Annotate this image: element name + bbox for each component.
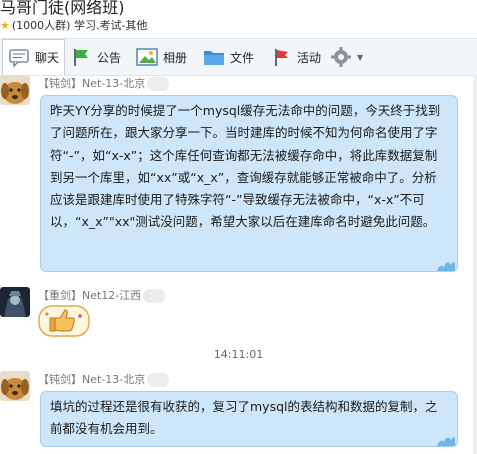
message-sender[interactable]: 【重剑】Net12-江西 [38,287,166,303]
tab-activity-label: 活动 [297,50,322,65]
tab-chat-label: 聊天 [35,51,60,65]
message-sender[interactable]: 【钝剑】Net-13-北京 [38,75,170,91]
blurred-name [147,77,170,91]
folder-icon [203,46,225,68]
avatar[interactable] [0,75,30,105]
sender-name: 【钝剑】Net-13-北京 [38,77,146,90]
avatar[interactable] [0,287,30,317]
group-title: 马哥门徒(网络班) [0,0,125,17]
sender-name: 【钝剑】Net-13-北京 [38,373,146,386]
message-text: 昨天YY分享的时候提了一个mysql缓存无法命中的问题，今天终于找到了问题所在，… [50,103,441,230]
message-bubble: 昨天YY分享的时候提了一个mysql缓存无法命中的问题，今天终于找到了问题所在，… [40,95,458,272]
thumbs-up-sticker-icon [38,304,90,338]
message-area: 【钝剑】Net-13-北京 昨天YY分享的时候提了一个mysql缓存无法命中的问… [0,75,477,454]
message-text: 填坑的过程还是很有收获的，复习了mysql的表结构和数据的复制，之前都没有机会用… [50,399,438,437]
tab-files-label: 文件 [230,50,255,65]
blurred-name [147,373,170,387]
tab-chat[interactable]: 聊天 [2,39,66,75]
chevron-down-icon: ▼ [357,52,364,62]
tab-notice-label: 公告 [97,50,122,65]
tab-files[interactable]: 文件 [203,39,254,75]
group-subtitle: ★ (1000人群) 学习.考试-其他 [0,17,147,33]
tab-album-label: 相册 [163,50,188,65]
photo-icon [136,46,158,68]
tab-album[interactable]: 相册 [136,39,187,75]
bubble-decoration-icon [437,262,455,271]
scrollbar[interactable] [473,75,477,454]
red-flag-icon [270,46,292,68]
star-icon: ★ [0,19,10,32]
tab-activity[interactable]: 活动 [270,39,321,75]
sender-name: 【重剑】Net12-江西 [38,289,142,302]
settings-menu[interactable]: ▼ [330,39,363,75]
message-sender[interactable]: 【钝剑】Net-13-北京 [38,371,170,387]
gear-icon [330,46,352,68]
group-info: (1000人群) 学习.考试-其他 [11,19,148,32]
blurred-name [143,289,166,303]
bubble-decoration-icon [437,437,455,446]
tab-notice[interactable]: 公告 [70,39,121,75]
avatar[interactable] [0,371,30,401]
chat-header: 马哥门徒(网络班) ★ (1000人群) 学习.考试-其他 [0,0,477,38]
flag-icon [70,46,92,68]
message-bubble: 填坑的过程还是很有收获的，复习了mysql的表结构和数据的复制，之前都没有机会用… [40,391,458,447]
chat-bubble-icon [8,47,30,69]
message-timestamp: 14:11:01 [213,348,264,361]
toolbar: 聊天 公告 相册 文件 活动 ▼ [0,38,477,76]
